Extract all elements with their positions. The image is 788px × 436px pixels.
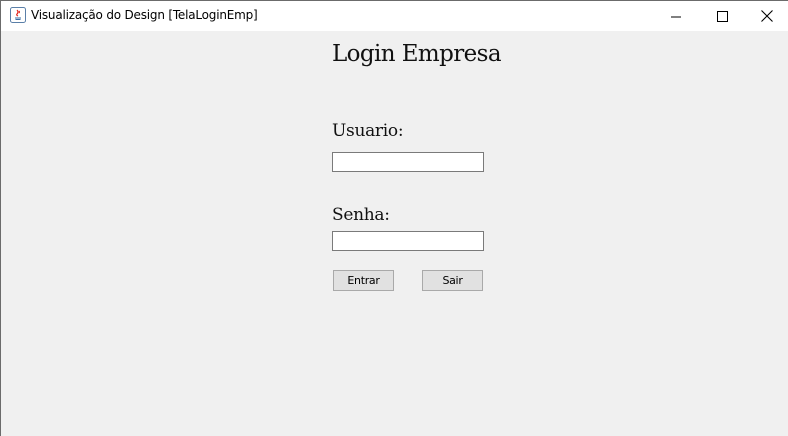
password-label: Senha: <box>332 205 390 225</box>
password-input[interactable] <box>332 231 484 251</box>
enter-button[interactable]: Entrar <box>333 270 394 291</box>
exit-button[interactable]: Sair <box>422 270 483 291</box>
minimize-button[interactable] <box>653 1 699 31</box>
username-input[interactable] <box>332 152 484 172</box>
window-title: Visualização do Design [TelaLoginEmp] <box>31 8 258 22</box>
page-title: Login Empresa <box>332 41 502 67</box>
title-bar[interactable]: Visualização do Design [TelaLoginEmp] <box>1 0 788 31</box>
maximize-icon <box>716 7 728 26</box>
maximize-button[interactable] <box>699 1 745 31</box>
java-icon <box>10 7 26 23</box>
close-button[interactable] <box>744 1 788 31</box>
close-icon <box>761 7 773 26</box>
minimize-icon <box>671 7 681 26</box>
username-label: Usuario: <box>332 121 404 141</box>
app-window: Visualização do Design [TelaLoginEmp] Lo… <box>0 0 788 436</box>
